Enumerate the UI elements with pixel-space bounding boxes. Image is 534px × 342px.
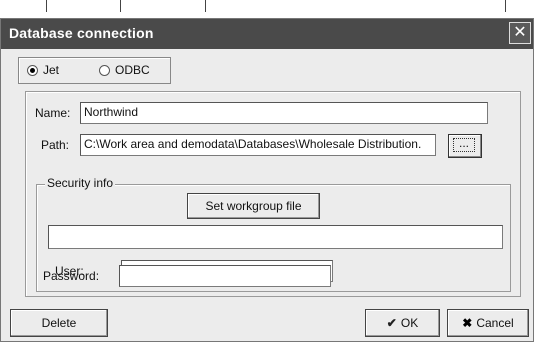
- name-label: Name:: [35, 106, 71, 120]
- radio-jet[interactable]: Jet: [27, 63, 59, 77]
- password-field[interactable]: [119, 265, 331, 287]
- background-divider: [505, 0, 506, 12]
- browse-button[interactable]: ...: [448, 134, 482, 158]
- radio-selected-icon: [27, 64, 38, 76]
- ok-label: OK: [400, 316, 419, 330]
- connection-type-group: Jet ODBC: [18, 57, 171, 84]
- x-icon: ✖: [462, 316, 473, 330]
- radio-jet-label: Jet: [43, 63, 60, 77]
- workgroup-file-field[interactable]: [48, 225, 503, 249]
- check-icon: ✔: [386, 316, 397, 330]
- background-divider: [120, 0, 121, 12]
- cancel-button[interactable]: ✖ Cancel: [447, 309, 529, 337]
- close-button[interactable]: ✕: [509, 22, 531, 44]
- title-bar[interactable]: Database connection ✕: [1, 19, 533, 49]
- ok-button[interactable]: ✔ OK: [365, 309, 440, 337]
- cancel-label: Cancel: [476, 316, 514, 330]
- security-info-legend: Security info: [45, 176, 116, 190]
- name-field[interactable]: Northwind: [80, 102, 488, 124]
- password-label: Password:: [43, 269, 100, 283]
- background-window: [0, 0, 534, 20]
- close-icon: ✕: [513, 24, 527, 41]
- delete-button[interactable]: Delete: [10, 309, 108, 337]
- radio-odbc[interactable]: ODBC: [99, 63, 150, 77]
- set-workgroup-file-button[interactable]: Set workgroup file: [187, 193, 320, 219]
- background-divider: [46, 0, 47, 12]
- database-connection-dialog: Database connection ✕ Jet ODBC Name: Nor…: [0, 18, 534, 342]
- background-divider: [205, 0, 206, 12]
- browse-focus-rect: ...: [453, 137, 475, 152]
- dialog-title: Database connection: [9, 25, 154, 41]
- path-label: Path:: [41, 138, 70, 152]
- radio-odbc-label: ODBC: [115, 63, 150, 77]
- radio-unselected-icon: [99, 64, 110, 76]
- path-field[interactable]: C:\Work area and demodata\Databases\Whol…: [80, 134, 436, 156]
